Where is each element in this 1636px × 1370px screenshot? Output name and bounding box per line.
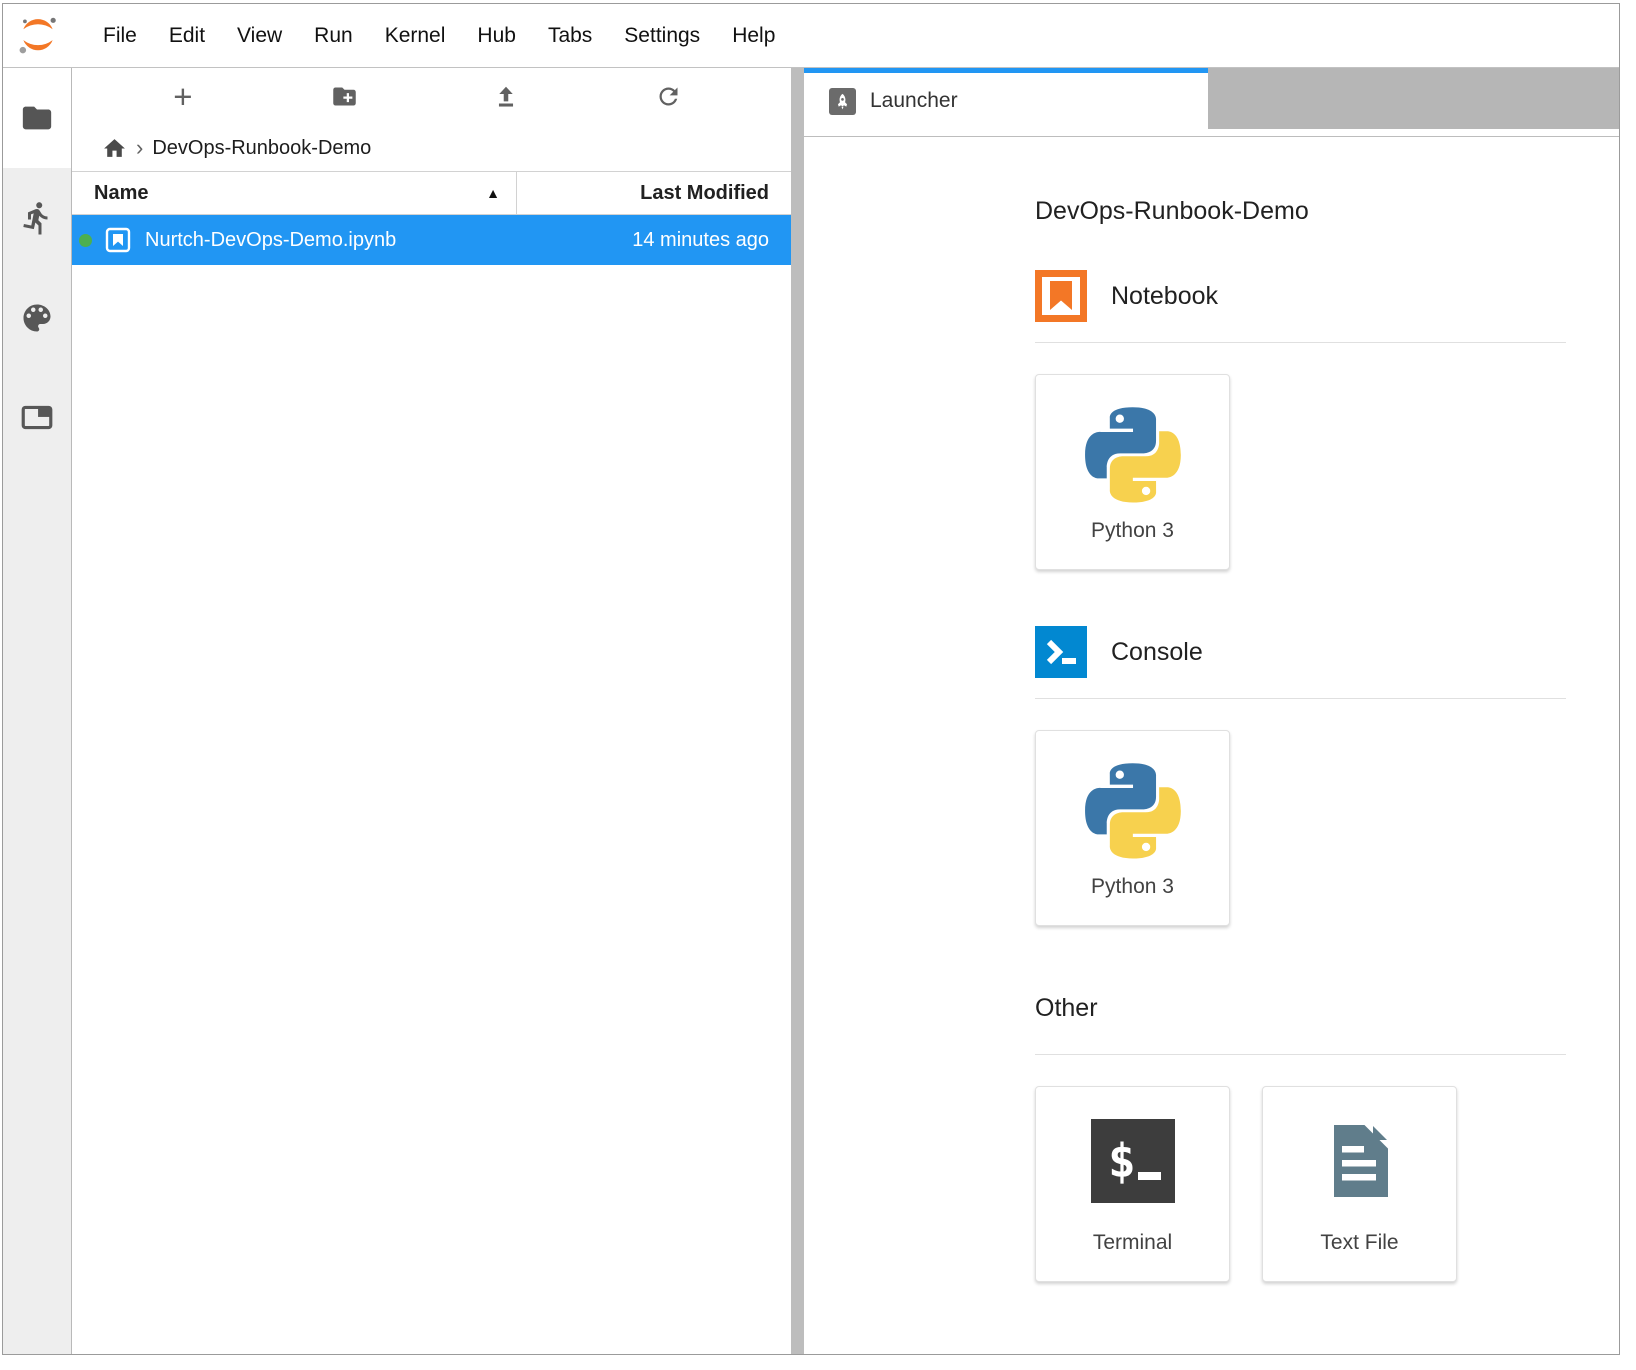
breadcrumb-current-folder[interactable]: DevOps-Runbook-Demo <box>152 137 371 160</box>
menu-kernel[interactable]: Kernel <box>369 24 462 48</box>
tabs-icon <box>19 400 55 436</box>
palette-icon <box>19 300 55 336</box>
menu-hub[interactable]: Hub <box>461 24 532 48</box>
launcher-section-console: Console Python 3 <box>1035 626 1619 926</box>
upload-icon <box>493 84 519 110</box>
sidebar-item-running-sessions[interactable] <box>3 168 71 268</box>
launcher-section-other: Other $ Terminal <box>1035 982 1619 1282</box>
section-divider <box>1035 342 1566 343</box>
sort-ascending-icon: ▲ <box>486 185 500 201</box>
section-divider <box>1035 698 1566 699</box>
menu-tabs[interactable]: Tabs <box>532 24 608 48</box>
section-divider <box>1035 1054 1566 1055</box>
file-name: Nurtch-DevOps-Demo.ipynb <box>145 229 396 252</box>
panel-splitter[interactable] <box>791 68 804 1354</box>
python-icon <box>1085 407 1181 503</box>
last-modified-column-label: Last Modified <box>640 182 769 205</box>
card-terminal[interactable]: $ Terminal <box>1035 1086 1230 1282</box>
tab-launcher-label: Launcher <box>870 89 958 113</box>
menu-view[interactable]: View <box>221 24 298 48</box>
file-modified-time: 14 minutes ago <box>632 229 791 252</box>
file-browser-panel: + <box>72 68 791 1354</box>
menu-settings[interactable]: Settings <box>608 24 716 48</box>
card-label: Text File <box>1320 1231 1398 1255</box>
folder-icon <box>20 101 54 135</box>
card-label: Python 3 <box>1091 519 1174 543</box>
jupyter-logo-icon <box>15 13 61 59</box>
main-dock-panel: Launcher DevOps-Runbook-Demo Notebook <box>804 68 1619 1354</box>
menu-bar: File Edit View Run Kernel Hub Tabs Setti… <box>3 4 1619 68</box>
sidebar-item-commands[interactable] <box>3 268 71 368</box>
svg-text:$: $ <box>1108 1134 1136 1188</box>
launcher-cwd-title: DevOps-Runbook-Demo <box>1035 197 1619 226</box>
card-label: Python 3 <box>1091 875 1174 899</box>
breadcrumb-separator: › <box>136 135 143 161</box>
running-man-icon <box>19 200 55 236</box>
notebook-icon <box>1035 270 1087 322</box>
jupyterlab-window: File Edit View Run Kernel Hub Tabs Setti… <box>2 3 1620 1355</box>
column-header-last-modified[interactable]: Last Modified <box>517 172 791 214</box>
card-notebook-python3[interactable]: Python 3 <box>1035 374 1230 570</box>
column-header-name[interactable]: Name ▲ <box>72 172 517 214</box>
file-row-notebook[interactable]: Nurtch-DevOps-Demo.ipynb 14 minutes ago <box>72 215 791 265</box>
launcher-section-notebook: Notebook Python 3 <box>1035 270 1619 570</box>
sidebar-item-files[interactable] <box>3 68 71 168</box>
python-icon <box>1085 763 1181 859</box>
refresh-icon <box>655 83 682 110</box>
menu-run[interactable]: Run <box>298 24 369 48</box>
new-folder-icon <box>331 83 358 110</box>
menu-file[interactable]: File <box>87 24 153 48</box>
card-text-file[interactable]: Text File <box>1262 1086 1457 1282</box>
card-console-python3[interactable]: Python 3 <box>1035 730 1230 926</box>
text-file-icon <box>1318 1119 1402 1203</box>
refresh-button[interactable] <box>645 74 691 120</box>
tab-launcher[interactable]: Launcher <box>804 68 1208 129</box>
section-label-other: Other <box>1035 994 1098 1023</box>
name-column-label: Name <box>94 182 148 205</box>
plus-icon: + <box>173 80 192 113</box>
new-launcher-button[interactable]: + <box>160 74 206 120</box>
breadcrumb: › DevOps-Runbook-Demo <box>72 125 791 171</box>
launcher-rocket-icon <box>829 88 856 115</box>
section-label-notebook: Notebook <box>1111 282 1218 311</box>
terminal-icon: $ <box>1091 1119 1175 1203</box>
dock-tab-bar: Launcher <box>804 68 1619 129</box>
new-folder-button[interactable] <box>322 74 368 120</box>
upload-button[interactable] <box>483 74 529 120</box>
file-browser-toolbar: + <box>72 68 791 125</box>
file-list-header: Name ▲ Last Modified <box>72 171 791 215</box>
tab-bar-gap <box>804 129 1619 136</box>
menu-help[interactable]: Help <box>716 24 791 48</box>
home-icon[interactable] <box>102 136 127 161</box>
notebook-file-icon <box>105 227 131 253</box>
left-sidebar <box>3 68 72 1354</box>
sidebar-item-open-tabs[interactable] <box>3 368 71 468</box>
kernel-running-indicator <box>79 234 92 247</box>
section-label-console: Console <box>1111 638 1203 667</box>
console-icon <box>1035 626 1087 678</box>
menu-edit[interactable]: Edit <box>153 24 221 48</box>
launcher-panel: DevOps-Runbook-Demo Notebook <box>804 136 1619 1354</box>
card-label: Terminal <box>1093 1231 1172 1255</box>
